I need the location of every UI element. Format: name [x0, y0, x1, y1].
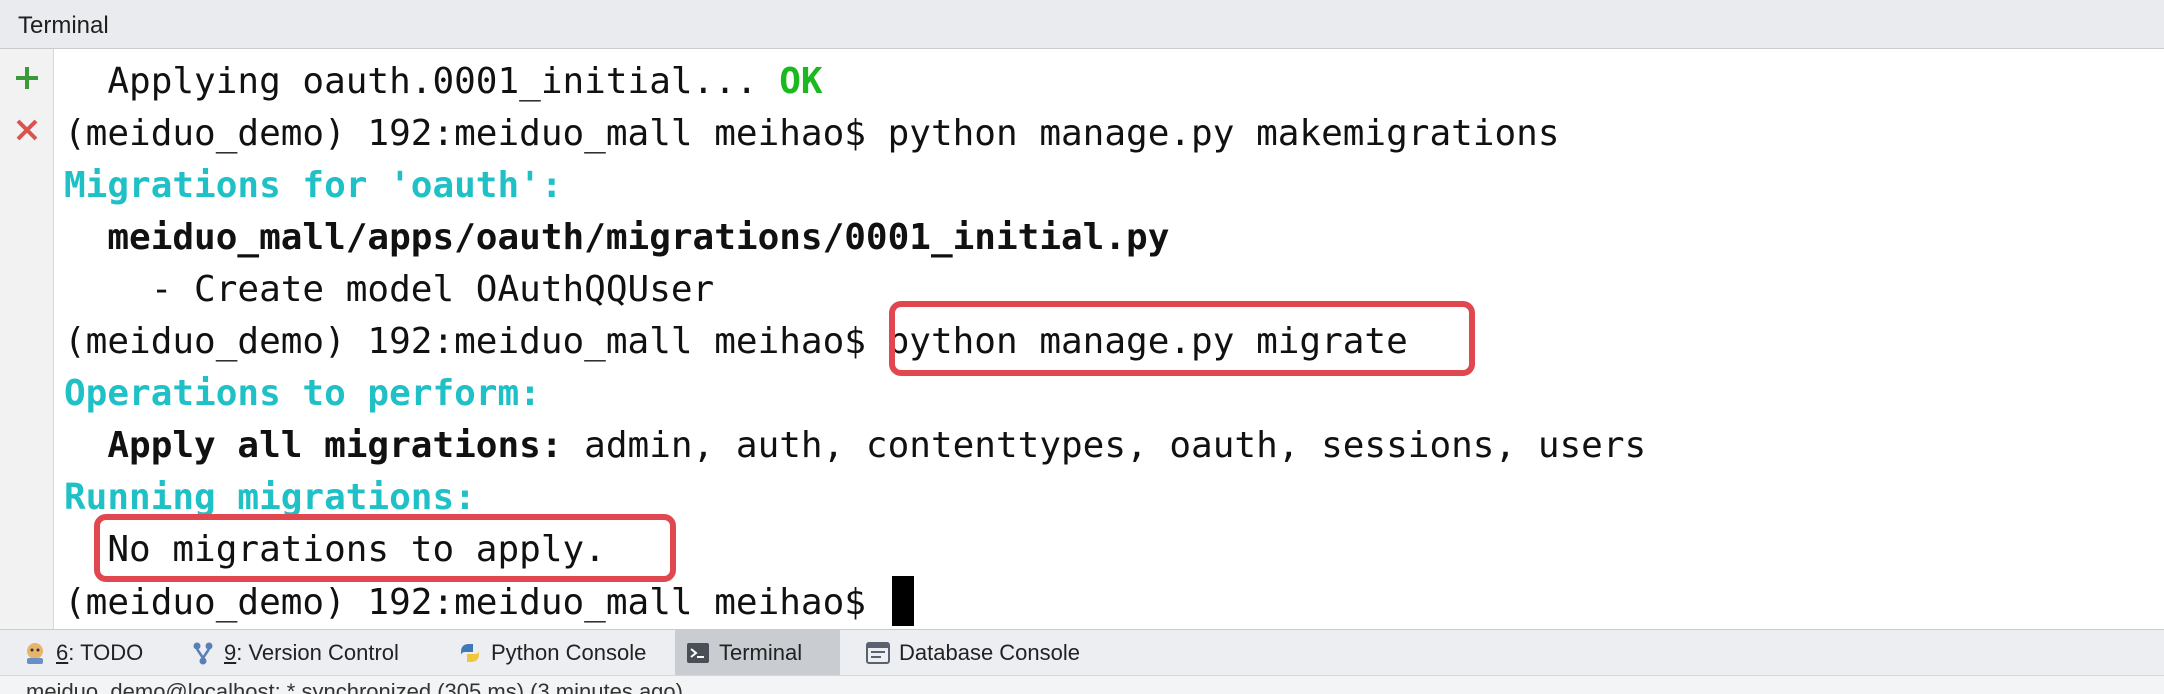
output-text: admin, auth, contenttypes, oauth, sessio…: [562, 425, 1647, 466]
highlight-box-migrate-command: [889, 301, 1475, 376]
output-label: Apply all migrations:: [64, 425, 563, 466]
tool-window-bar: 6: TODO 9: Version Control Python Consol…: [0, 629, 2164, 675]
tab-terminal[interactable]: Terminal: [675, 630, 840, 675]
tab-label: Terminal: [719, 639, 803, 665]
python-icon: [461, 643, 479, 662]
terminal-gutter: [0, 49, 54, 629]
tab-label: : TODO: [68, 639, 144, 665]
tab-version-control[interactable]: 9: Version Control: [180, 630, 409, 675]
terminal-line: - Create model OAuthQQUser: [64, 269, 715, 310]
terminal-line: Migrations for 'oauth':: [64, 165, 563, 206]
text-cursor: [891, 576, 914, 626]
tab-database-console[interactable]: Database Console: [855, 630, 1090, 675]
todo-icon: [27, 642, 43, 664]
tab-label: Python Console: [491, 639, 647, 665]
shell-prompt: (meiduo_demo) 192:meiduo_mall meihao$: [64, 582, 888, 623]
plus-icon[interactable]: [12, 63, 42, 93]
close-icon[interactable]: [12, 115, 42, 145]
tab-label: : Version Control: [236, 639, 399, 665]
tool-window-header: Terminal: [0, 0, 2164, 49]
highlight-box-no-migrations: [94, 514, 676, 582]
status-text: meiduo_demo@localhost: * synchronized (3…: [26, 679, 683, 694]
terminal-line: (meiduo_demo) 192:meiduo_mall meihao$ py…: [64, 108, 1560, 160]
terminal-line: Apply all migrations: admin, auth, conte…: [64, 420, 1646, 472]
ok-status: OK: [779, 61, 823, 102]
status-bar: meiduo_demo@localhost: * synchronized (3…: [0, 675, 2164, 694]
terminal-line: Operations to perform:: [64, 373, 541, 414]
terminal-icon: [687, 642, 709, 663]
tab-todo[interactable]: 6: TODO: [12, 630, 153, 675]
terminal-line: meiduo_mall/apps/oauth/migrations/0001_i…: [64, 217, 1170, 258]
tab-shortcut-number: 6: [56, 639, 69, 665]
tool-window-title: Terminal: [18, 12, 109, 39]
output-text: Applying oauth.0001_initial...: [64, 61, 780, 102]
shell-prompt: (meiduo_demo) 192:meiduo_mall meihao$: [64, 113, 888, 154]
shell-prompt: (meiduo_demo) 192:meiduo_mall meihao$: [64, 321, 888, 362]
tab-shortcut-number: 9: [224, 639, 237, 665]
command-text: python manage.py makemigrations: [887, 113, 1560, 154]
terminal-line: (meiduo_demo) 192:meiduo_mall meihao$: [64, 576, 914, 628]
terminal-line: Applying oauth.0001_initial... OK: [64, 56, 823, 108]
tab-label: Database Console: [899, 639, 1081, 665]
database-console-icon: [866, 641, 890, 664]
branch-icon: [193, 642, 213, 664]
tab-python-console[interactable]: Python Console: [447, 630, 656, 675]
